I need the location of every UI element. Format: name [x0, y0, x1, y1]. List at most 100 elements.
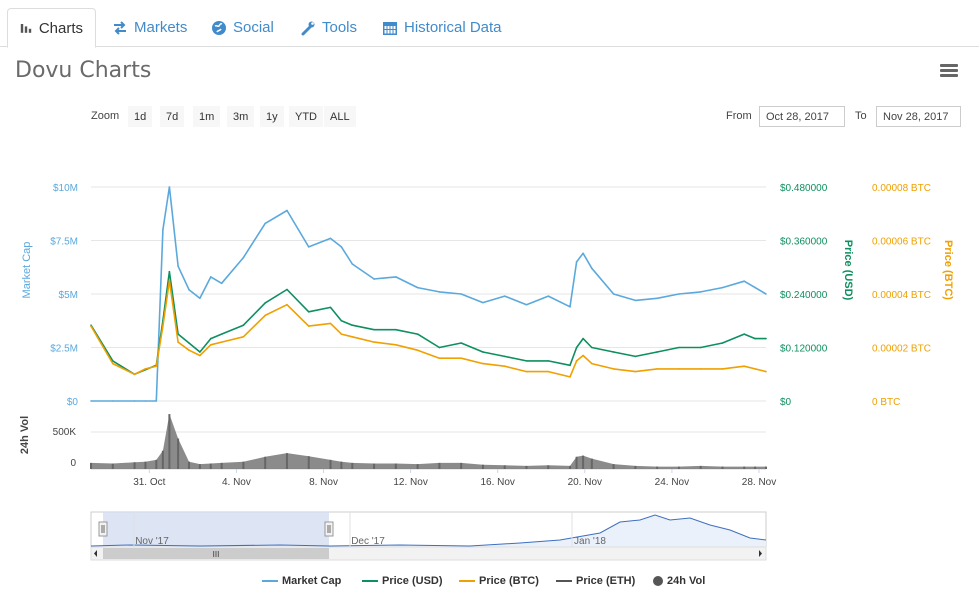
volume-bar: [351, 462, 354, 469]
data-point: [286, 303, 288, 306]
volume-bar: [460, 462, 463, 469]
data-point: [656, 351, 658, 353]
price-chart[interactable]: $0 $2.5M $5M $7.5M $10M $0 $0.120000 $0.240000 $…: [0, 0, 979, 575]
data-point: [133, 373, 136, 376]
y-axis-title-market-cap: Market Cap: [21, 242, 33, 299]
y-tick-label-price-btc: 0.00008 BTC: [872, 183, 931, 194]
data-point: [612, 368, 615, 370]
data-point: [503, 365, 506, 368]
data-point: [340, 333, 343, 335]
data-point: [765, 293, 767, 295]
data-point: [340, 246, 343, 248]
data-point: [754, 337, 756, 340]
data-point: [482, 351, 484, 353]
volume-bar: [575, 456, 578, 469]
data-point: [743, 333, 746, 335]
y-tick-label-price-usd: $0.120000: [780, 344, 828, 355]
data-point: [438, 357, 441, 360]
y-tick-label-volume: 0: [70, 458, 76, 469]
data-point: [307, 311, 310, 313]
legend-item-price-eth[interactable]: Price (ETH): [556, 575, 635, 587]
data-point: [721, 342, 724, 344]
data-point: [482, 362, 484, 365]
series-line-price-btc: [90, 279, 767, 378]
legend-item-market-cap[interactable]: Market Cap: [262, 575, 341, 587]
data-point: [286, 288, 288, 291]
data-point: [177, 341, 179, 343]
x-tick-label: 31. Oct: [133, 477, 165, 488]
volume-bar: [438, 462, 441, 469]
data-point: [699, 291, 702, 293]
data-point: [286, 209, 288, 212]
data-point: [612, 293, 615, 295]
data-point: [591, 267, 593, 270]
data-point: [199, 351, 201, 353]
y-tick-label-price-btc: 0 BTC: [872, 397, 900, 408]
data-point: [634, 370, 637, 373]
y-tick-label-market-cap: $10M: [53, 183, 78, 194]
data-point: [329, 322, 332, 325]
data-point: [460, 293, 462, 295]
volume-bar: [90, 462, 92, 469]
navigator-tick-label: Jan '18: [574, 536, 606, 547]
legend-item-price-btc[interactable]: Price (BTC): [459, 575, 539, 587]
volume-bar: [590, 458, 593, 469]
data-point: [220, 282, 223, 285]
data-point: [162, 325, 164, 327]
data-point: [582, 354, 584, 357]
data-point: [678, 346, 680, 349]
navigator-handle[interactable]: [98, 521, 108, 537]
y-tick-label-price-usd: $0: [780, 397, 792, 408]
y-tick-label-volume: 500K: [53, 427, 77, 438]
navigator[interactable]: Nov '17 Dec '17 Jan '18 III: [90, 511, 767, 561]
volume-bar: [569, 465, 572, 469]
legend: Market Cap Price (USD) Price (BTC) Price…: [0, 575, 979, 591]
data-point: [460, 342, 462, 344]
data-point: [525, 360, 528, 362]
data-point: [188, 349, 190, 351]
data-point: [168, 186, 171, 188]
data-point: [209, 344, 212, 346]
volume-bar: [656, 466, 659, 469]
x-tick-label: 8. Nov: [309, 477, 338, 488]
data-point: [373, 341, 375, 343]
data-point: [242, 324, 245, 327]
y-axis-title-volume: 24h Vol: [19, 416, 31, 454]
y-tick-label-price-usd: $0.480000: [780, 183, 828, 194]
y-tick-label-price-btc: 0.00002 BTC: [872, 344, 931, 355]
data-point: [503, 295, 506, 297]
data-point: [144, 368, 147, 370]
data-point: [188, 288, 190, 291]
legend-item-price-usd[interactable]: Price (USD): [362, 575, 443, 587]
y-tick-label-market-cap: $7.5M: [50, 237, 78, 248]
data-point: [765, 337, 767, 340]
navigator-handle[interactable]: [324, 521, 334, 537]
volume-bars: [90, 414, 767, 469]
volume-bar: [242, 461, 245, 469]
data-point: [721, 286, 724, 289]
volume-bar: [264, 456, 267, 469]
data-point: [547, 370, 550, 373]
data-point: [438, 346, 441, 349]
data-point: [155, 400, 158, 402]
data-point: [220, 333, 223, 335]
volume-bar: [743, 466, 746, 469]
volume-bar: [340, 461, 343, 469]
data-point: [416, 349, 419, 351]
y-tick-label-price-usd: $0.360000: [780, 237, 828, 248]
volume-bar: [198, 464, 201, 469]
data-point: [575, 360, 578, 362]
volume-bar: [144, 461, 147, 469]
data-point: [373, 328, 375, 331]
volume-bar: [503, 465, 506, 469]
data-point: [591, 346, 593, 349]
data-point: [656, 297, 658, 300]
volume-bar: [634, 465, 637, 469]
data-point: [395, 276, 397, 278]
data-point: [168, 279, 171, 282]
legend-item-24h-vol[interactable]: 24h Vol: [653, 575, 705, 587]
data-point: [373, 278, 375, 280]
navigator-tick-label: Dec '17: [351, 536, 385, 547]
volume-bar: [285, 453, 288, 469]
data-point: [90, 400, 92, 402]
